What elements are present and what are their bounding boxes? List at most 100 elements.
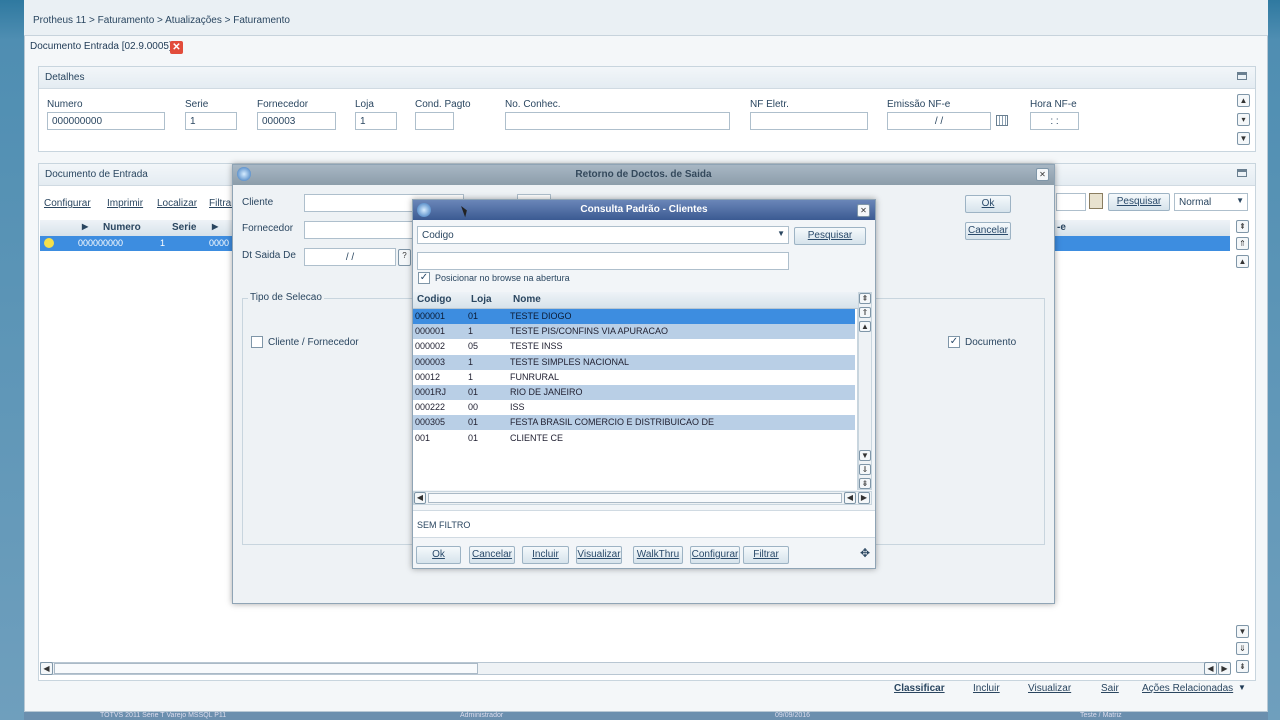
acoes-relacionadas-button[interactable]: Ações Relacionadas bbox=[1142, 683, 1233, 694]
lookup-icon[interactable]: ? bbox=[398, 249, 411, 266]
list-item[interactable]: 000305 01 FESTA BRASIL COMERCIO E DISTRIBU… bbox=[413, 415, 855, 431]
row-numero: 000000000 bbox=[78, 238, 124, 248]
tab-documento-entrada[interactable]: Documento Entrada [02.9.0005] bbox=[30, 41, 172, 52]
cond-pagto-field[interactable] bbox=[415, 112, 454, 130]
incluir-button[interactable]: Incluir bbox=[973, 683, 1000, 694]
consulta-cancelar-button[interactable]: Cancelar bbox=[469, 546, 515, 564]
scroll-up-icon[interactable]: ▲ bbox=[1236, 255, 1249, 268]
search-notes-icon[interactable] bbox=[1089, 193, 1103, 209]
scroll-left-icon[interactable]: ◀ bbox=[1204, 662, 1217, 675]
scroll-top-icon[interactable]: ⇞ bbox=[1236, 220, 1249, 233]
table-row[interactable]: 000000000 1 0000 bbox=[40, 236, 235, 251]
emissao-nfe-field[interactable]: / / bbox=[887, 112, 991, 130]
collapse-icon[interactable] bbox=[1237, 169, 1247, 177]
scroll-down-icon[interactable]: ▼ bbox=[1236, 625, 1249, 638]
mode-select[interactable]: Normal ▼ bbox=[1174, 193, 1248, 211]
scroll-bottom-icon[interactable]: ⇟ bbox=[1236, 660, 1249, 673]
status-company: Teste / Matriz bbox=[1080, 712, 1122, 719]
dt-saida-field[interactable]: / / bbox=[304, 248, 396, 266]
scroll-down-icon[interactable]: ▼ bbox=[1237, 132, 1250, 145]
arrow-right-icon: ▶ bbox=[82, 222, 89, 231]
scroll-right-icon[interactable]: ▶ bbox=[1218, 662, 1231, 675]
status-dot-icon bbox=[44, 238, 54, 248]
dt-saida-label: Dt Saida De bbox=[242, 250, 296, 261]
close-icon[interactable]: ✕ bbox=[1036, 168, 1049, 181]
table-row-right[interactable] bbox=[1055, 236, 1230, 251]
list-item[interactable]: 000222 00 ISS bbox=[413, 400, 855, 416]
col-loja[interactable]: Loja bbox=[471, 294, 492, 305]
localizar-link[interactable]: Localizar bbox=[157, 198, 197, 209]
scroll-top-icon[interactable]: ⇞ bbox=[859, 293, 871, 304]
serie-field[interactable]: 1 bbox=[185, 112, 237, 130]
consulta-filtrar-button[interactable]: Filtrar bbox=[743, 546, 789, 564]
cancelar-button[interactable]: Cancelar bbox=[965, 222, 1011, 240]
scroll-left-icon[interactable]: ◀ bbox=[40, 662, 53, 675]
move-icon[interactable]: ✥ bbox=[860, 546, 870, 560]
col-serie[interactable]: Serie bbox=[172, 222, 196, 233]
col-numero[interactable]: Numero bbox=[103, 222, 141, 233]
retorno-title: Retorno de Doctos. de Saida bbox=[233, 165, 1054, 185]
pesquisar-button[interactable]: Pesquisar bbox=[1108, 193, 1170, 211]
configurar-link[interactable]: Configurar bbox=[44, 198, 91, 209]
fornecedor-field[interactable]: 000003 bbox=[257, 112, 336, 130]
ok-button[interactable]: Ok bbox=[965, 195, 1011, 213]
scroll-left-icon[interactable]: ◀ bbox=[844, 492, 856, 504]
close-icon[interactable]: ✕ bbox=[857, 204, 870, 217]
calendar-icon[interactable] bbox=[996, 115, 1008, 126]
scroll-pagedown-icon[interactable]: ⇓ bbox=[859, 464, 871, 475]
scroll-down-icon[interactable]: ▼ bbox=[859, 450, 871, 461]
numero-label: Numero bbox=[47, 99, 83, 110]
col-codigo[interactable]: Codigo bbox=[417, 294, 451, 305]
scroll-thumb[interactable] bbox=[54, 663, 478, 674]
posicionar-label: Posicionar no browse na abertura bbox=[435, 273, 570, 283]
cell-loja: 1 bbox=[468, 356, 474, 367]
cell-nome: RIO DE JANEIRO bbox=[510, 387, 583, 397]
consulta-incluir-button[interactable]: Incluir bbox=[522, 546, 569, 564]
consulta-visualizar-button[interactable]: Visualizar bbox=[576, 546, 622, 564]
numero-field[interactable]: 000000000 bbox=[47, 112, 165, 130]
fornecedor-field[interactable] bbox=[304, 221, 414, 239]
search-field[interactable] bbox=[1056, 193, 1086, 211]
row-serie: 1 bbox=[160, 238, 166, 248]
scroll-more-icon[interactable]: ▾ bbox=[1237, 113, 1250, 126]
list-item[interactable]: 0001RJ 01 RIO DE JANEIRO bbox=[413, 385, 855, 400]
list-item[interactable]: 000001 1 TESTE PIS/CONFINS VIA APURACAO bbox=[413, 324, 855, 340]
list-item[interactable]: 000003 1 TESTE SIMPLES NACIONAL bbox=[413, 354, 855, 370]
scroll-pageup-icon[interactable]: ⇑ bbox=[859, 307, 871, 318]
cliente-fornecedor-checkbox[interactable] bbox=[251, 336, 263, 348]
consulta-walkthru-button[interactable]: WalkThru bbox=[633, 546, 683, 564]
documento-checkbox[interactable]: ✓ bbox=[948, 336, 960, 348]
scroll-left-icon[interactable]: ◀ bbox=[414, 492, 426, 504]
scroll-up-icon[interactable]: ▲ bbox=[1237, 94, 1250, 107]
search-input[interactable] bbox=[417, 252, 789, 270]
consulta-ok-button[interactable]: Ok bbox=[416, 546, 461, 564]
list-item[interactable]: 001 01 CLIENTE CE bbox=[413, 430, 855, 446]
list-item[interactable]: 00012 1 FUNRURAL bbox=[413, 369, 855, 385]
posicionar-checkbox[interactable]: ✓ bbox=[418, 272, 430, 284]
hora-nfe-field[interactable]: : : bbox=[1030, 112, 1079, 130]
visualizar-button[interactable]: Visualizar bbox=[1028, 683, 1071, 694]
nf-eletr-field[interactable] bbox=[750, 112, 868, 130]
scroll-up-icon[interactable]: ▲ bbox=[859, 321, 871, 332]
index-select[interactable]: Codigo ▼ bbox=[417, 226, 789, 244]
scroll-pageup-icon[interactable]: ⇑ bbox=[1236, 237, 1249, 250]
list-item[interactable]: 000001 01 TESTE DIOGO bbox=[413, 309, 855, 324]
classificar-button[interactable]: Classificar bbox=[894, 683, 945, 694]
consulta-configurar-button[interactable]: Configurar bbox=[690, 546, 740, 564]
pesquisar-button[interactable]: Pesquisar bbox=[794, 227, 866, 245]
scroll-pagedown-icon[interactable]: ⇓ bbox=[1236, 642, 1249, 655]
no-conhec-field[interactable] bbox=[505, 112, 730, 130]
chevron-down-icon[interactable]: ▼ bbox=[1238, 683, 1246, 692]
filtrar-link[interactable]: Filtrar bbox=[209, 198, 235, 209]
list-item[interactable]: 000002 05 TESTE INSS bbox=[413, 339, 855, 355]
imprimir-link[interactable]: Imprimir bbox=[107, 198, 143, 209]
cell-nome: CLIENTE CE bbox=[510, 432, 564, 443]
loja-field[interactable]: 1 bbox=[355, 112, 397, 130]
col-nome[interactable]: Nome bbox=[513, 294, 541, 305]
tab-close-icon[interactable]: ✕ bbox=[170, 41, 183, 54]
sair-button[interactable]: Sair bbox=[1101, 683, 1119, 694]
collapse-icon[interactable] bbox=[1237, 72, 1247, 80]
scroll-right-icon[interactable]: ▶ bbox=[858, 492, 870, 504]
scroll-thumb[interactable] bbox=[428, 493, 842, 503]
scroll-bottom-icon[interactable]: ⇟ bbox=[859, 478, 871, 489]
